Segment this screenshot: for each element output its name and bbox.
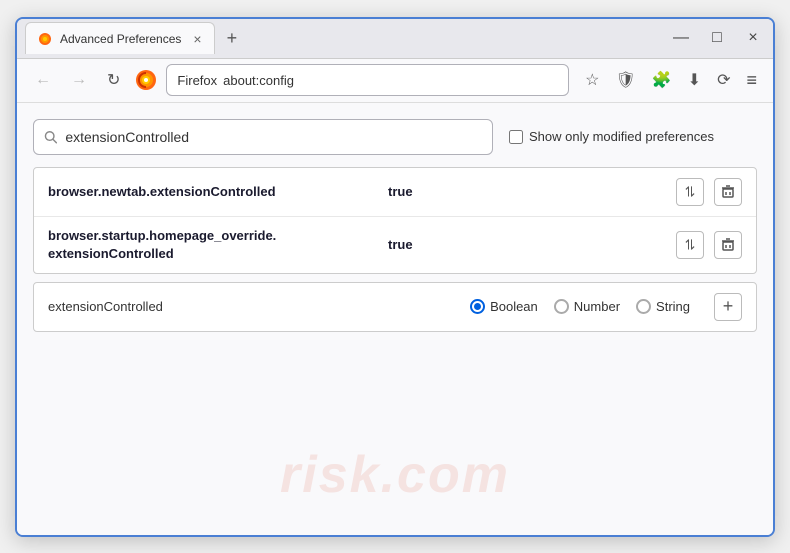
address-text: about:config [223, 73, 294, 88]
active-tab[interactable]: Advanced Preferences × [25, 22, 215, 54]
bookmark-icon[interactable]: ☆ [581, 66, 603, 94]
boolean-radio-circle[interactable] [470, 299, 485, 314]
number-radio-option[interactable]: Number [554, 299, 620, 314]
navigation-bar: ← → ↻ Firefox about:config ☆ 🛡 🧩 ⬇ ⟳ ≡ [17, 59, 773, 103]
download-icon[interactable]: ⬇ [684, 66, 705, 94]
pref-value-1: true [388, 184, 413, 199]
string-radio-option[interactable]: String [636, 299, 690, 314]
tab-title: Advanced Preferences [60, 32, 181, 46]
boolean-label: Boolean [490, 299, 538, 314]
firefox-label: Firefox [177, 73, 217, 88]
forward-button[interactable]: → [65, 67, 93, 93]
type-radio-group: Boolean Number String [470, 299, 690, 314]
add-preference-row: extensionControlled Boolean Number Strin… [33, 282, 757, 332]
pref-name-2: browser.startup.homepage_override.extens… [48, 227, 388, 263]
search-icon [44, 130, 57, 144]
tab-favicon [38, 32, 52, 46]
search-input[interactable] [65, 129, 482, 145]
sync-icon[interactable]: ⟳ [713, 66, 734, 94]
minimize-button[interactable]: — [669, 26, 693, 50]
back-button[interactable]: ← [29, 67, 57, 93]
pref-name-1: browser.newtab.extensionControlled [48, 184, 388, 199]
pref-delete-button-2[interactable] [714, 231, 742, 259]
search-row: Show only modified preferences [33, 119, 757, 155]
firefox-logo [134, 68, 158, 92]
extension-icon[interactable]: 🧩 [648, 66, 676, 94]
string-radio-circle[interactable] [636, 299, 651, 314]
add-preference-button[interactable]: + [714, 293, 742, 321]
shield-icon[interactable]: 🛡 [611, 66, 639, 94]
nav-icon-group: ☆ 🛡 🧩 ⬇ ⟳ [581, 66, 734, 94]
maximize-button[interactable]: □ [705, 26, 729, 50]
preferences-table: browser.newtab.extensionControlled true … [33, 167, 757, 274]
number-radio-circle[interactable] [554, 299, 569, 314]
new-pref-name: extensionControlled [48, 299, 188, 314]
show-modified-label[interactable]: Show only modified preferences [509, 129, 714, 144]
close-window-button[interactable]: × [741, 26, 765, 50]
title-bar: Advanced Preferences × + — □ × [17, 19, 773, 59]
pref-actions-1: ⇌ [676, 178, 742, 206]
pref-value-2: true [388, 237, 413, 252]
content-area: risk.com Show only modified preferences … [17, 103, 773, 535]
pref-actions-2: ⇌ [676, 231, 742, 259]
tab-close-button[interactable]: × [193, 31, 201, 47]
table-row: browser.startup.homepage_override.extens… [34, 217, 756, 273]
table-row: browser.newtab.extensionControlled true … [34, 168, 756, 217]
show-modified-checkbox[interactable] [509, 130, 523, 144]
number-label: Number [574, 299, 620, 314]
pref-delete-button-1[interactable] [714, 178, 742, 206]
pref-toggle-button-2[interactable]: ⇌ [676, 231, 704, 259]
reload-button[interactable]: ↻ [101, 66, 126, 94]
search-box[interactable] [33, 119, 493, 155]
string-label: String [656, 299, 690, 314]
pref-toggle-button-1[interactable]: ⇌ [676, 178, 704, 206]
address-bar[interactable]: Firefox about:config [166, 64, 569, 96]
watermark: risk.com [280, 445, 510, 505]
boolean-radio-option[interactable]: Boolean [470, 299, 538, 314]
new-tab-button[interactable]: + [219, 24, 246, 53]
browser-window: Advanced Preferences × + — □ × ← → ↻ Fir… [15, 17, 775, 537]
window-controls: — □ × [669, 26, 765, 50]
menu-button[interactable]: ≡ [742, 68, 761, 93]
